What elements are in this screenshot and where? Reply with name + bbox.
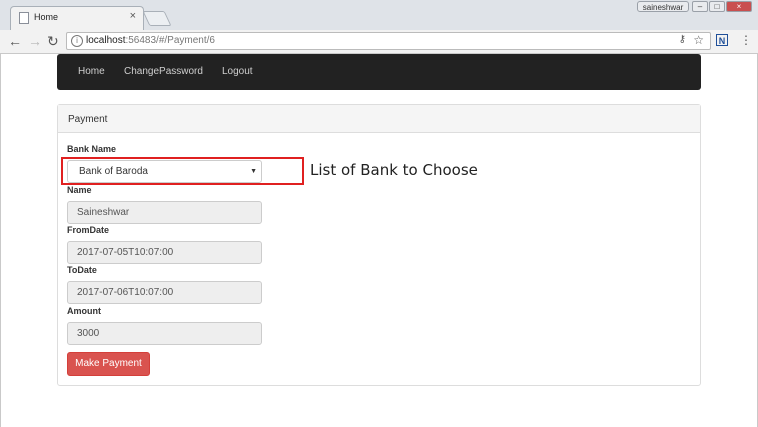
- page-icon: [19, 12, 29, 24]
- browser-toolbar: ← → ↻ i localhost:56483/#/Payment/6 ⚷ ☆ …: [0, 30, 758, 54]
- window-frame-left: [0, 53, 1, 427]
- to-date-label: ToDate: [67, 265, 97, 275]
- back-arrow-icon[interactable]: ←: [8, 32, 22, 50]
- panel-title: Payment: [68, 114, 108, 125]
- browser-menu-icon[interactable]: ⋮: [740, 32, 752, 48]
- bank-name-label: Bank Name: [67, 144, 117, 154]
- top-navbar: Home ChangePassword Logout: [57, 54, 701, 90]
- amount-label: Amount: [67, 306, 101, 316]
- url-path: :56483/#/Payment/6: [125, 35, 215, 46]
- address-bar[interactable]: i localhost:56483/#/Payment/6 ⚷ ☆: [66, 32, 711, 50]
- panel-heading: Payment: [58, 105, 700, 133]
- nav-home-link[interactable]: Home: [78, 66, 105, 77]
- extension-icon[interactable]: N: [716, 34, 728, 46]
- close-tab-icon[interactable]: ×: [130, 10, 136, 22]
- url-text[interactable]: localhost:56483/#/Payment/6: [86, 35, 215, 46]
- annotation-text: List of Bank to Choose: [310, 161, 478, 179]
- make-payment-button[interactable]: Make Payment: [67, 352, 150, 376]
- maximize-button[interactable]: □: [709, 1, 725, 12]
- close-window-button[interactable]: ×: [726, 1, 752, 12]
- forward-arrow-icon[interactable]: →: [28, 32, 42, 50]
- amount-field[interactable]: 3000: [67, 322, 262, 345]
- nav-logout-link[interactable]: Logout: [222, 66, 253, 77]
- nav-change-password-link[interactable]: ChangePassword: [124, 66, 203, 77]
- bookmark-star-icon[interactable]: ☆: [693, 33, 704, 47]
- key-icon[interactable]: ⚷: [679, 34, 686, 45]
- highlight-annotation-box: [61, 157, 304, 185]
- minimize-button[interactable]: –: [692, 1, 708, 12]
- info-icon[interactable]: i: [71, 35, 83, 47]
- profile-button[interactable]: saineshwar: [637, 1, 689, 12]
- new-tab-button[interactable]: [142, 11, 172, 26]
- from-date-field[interactable]: 2017-07-05T10:07:00: [67, 241, 262, 264]
- tab-title: Home: [34, 12, 59, 22]
- from-date-label: FromDate: [67, 225, 110, 235]
- name-label: Name: [67, 185, 92, 195]
- to-date-field[interactable]: 2017-07-06T10:07:00: [67, 281, 262, 304]
- browser-tab[interactable]: Home ×: [10, 6, 144, 30]
- name-field[interactable]: Saineshwar: [67, 201, 262, 224]
- browser-titlebar: Home × saineshwar – □ ×: [0, 0, 758, 30]
- url-host: localhost: [86, 35, 126, 46]
- reload-icon[interactable]: ↻: [47, 32, 59, 50]
